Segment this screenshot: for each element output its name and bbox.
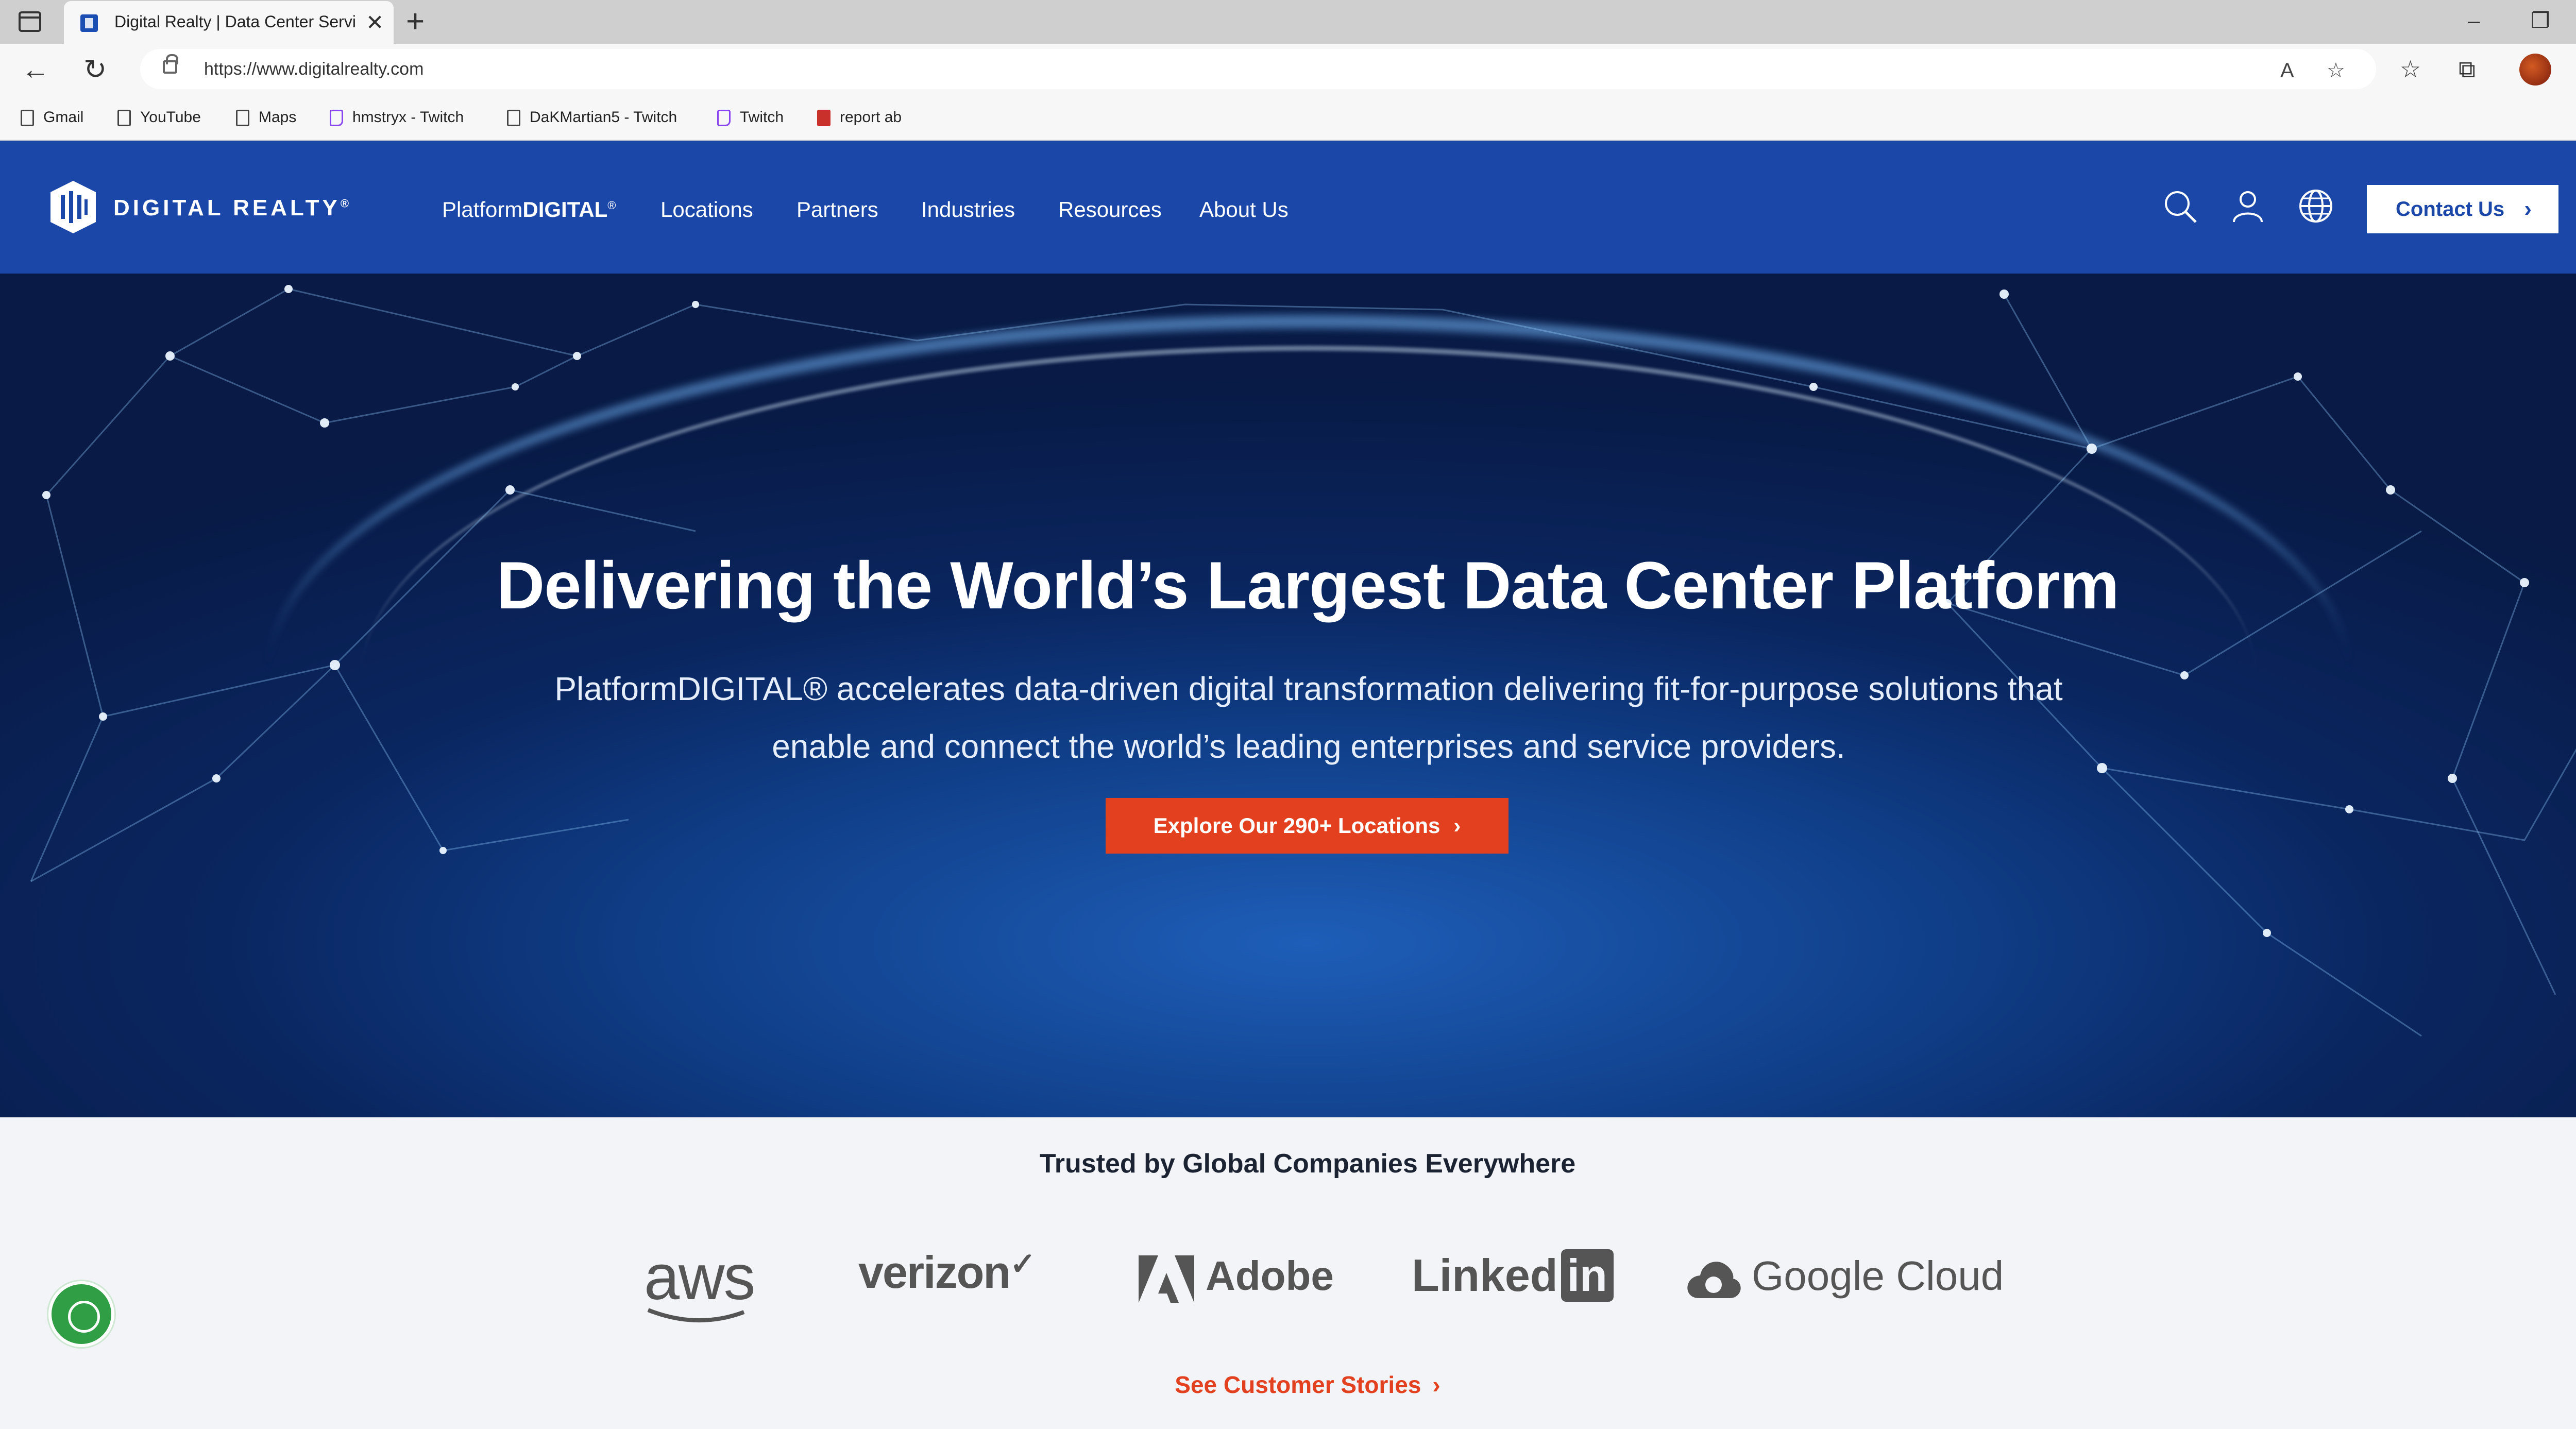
adobe-icon: [1139, 1255, 1194, 1303]
lock-icon[interactable]: [163, 54, 178, 74]
browser-tab-active[interactable]: Digital Realty | Data Center Servi ✕: [64, 1, 394, 44]
close-tab-icon[interactable]: ✕: [366, 9, 384, 36]
site-favicon-icon: [80, 14, 98, 32]
hero-banner: Delivering the World’s Largest Data Cent…: [0, 274, 2576, 1117]
digital-realty-logo-icon[interactable]: [48, 180, 98, 234]
tab-actions-icon[interactable]: [19, 11, 41, 32]
see-customer-stories-link[interactable]: See Customer Stories ›: [0, 1371, 2576, 1399]
refresh-icon[interactable]: ↻: [83, 53, 107, 86]
explore-locations-button[interactable]: Explore Our 290+ Locations ›: [1106, 798, 1509, 854]
restore-icon[interactable]: ❐: [2531, 4, 2550, 37]
page-icon: [21, 110, 34, 127]
address-bar[interactable]: https://www.digitalrealty.com A ☆: [140, 49, 2376, 89]
cookie-settings-icon[interactable]: [48, 1281, 114, 1347]
google-cloud-logo: Google Cloud: [1685, 1252, 2004, 1301]
back-icon[interactable]: ←: [22, 53, 49, 86]
browser-tab-bar: Digital Realty | Data Center Servi ✕ + –…: [0, 0, 2576, 44]
user-account-icon[interactable]: [2230, 188, 2266, 224]
nav-locations[interactable]: Locations: [660, 197, 753, 222]
chevron-right-icon: ›: [1432, 1371, 1440, 1398]
aws-logo: aws: [644, 1241, 756, 1322]
nav-partners[interactable]: Partners: [796, 197, 878, 222]
pdf-icon: [817, 110, 831, 127]
bookmark-gmail[interactable]: Gmail: [21, 106, 83, 129]
nav-about-us[interactable]: About Us: [1199, 197, 1289, 222]
url-text[interactable]: https://www.digitalrealty.com: [204, 59, 423, 79]
bookmark-twitch[interactable]: Twitch: [717, 106, 784, 129]
chevron-right-icon: ›: [2524, 196, 2532, 222]
page-icon: [236, 110, 249, 127]
bookmark-hmstryx-twitch[interactable]: hmstryx - Twitch: [330, 106, 464, 129]
page-icon: [507, 110, 520, 127]
aws-smile-icon: [647, 1308, 745, 1322]
profile-avatar[interactable]: [2519, 54, 2551, 86]
nav-resources[interactable]: Resources: [1058, 197, 1162, 222]
google-cloud-icon: [1687, 1262, 1741, 1298]
site-header: DIGITAL REALTY® PlatformDIGITAL® Locatio…: [0, 141, 2576, 274]
verizon-logo: verizon✓: [858, 1247, 1036, 1298]
trusted-title: Trusted by Global Companies Everywhere: [1039, 1149, 1576, 1179]
minimize-icon[interactable]: –: [2468, 4, 2480, 37]
search-icon[interactable]: [2162, 188, 2198, 224]
twitch-icon: [330, 110, 343, 127]
tab-title: Digital Realty | Data Center Servi: [114, 12, 356, 31]
trusted-by-section: Trusted by Global Companies Everywhere a…: [0, 1117, 2576, 1429]
bookmark-report-ab[interactable]: report ab: [817, 106, 902, 129]
logo-wordmark[interactable]: DIGITAL REALTY®: [113, 195, 352, 221]
nav-industries[interactable]: Industries: [921, 197, 1015, 222]
linkedin-logo: Linked in: [1412, 1249, 1614, 1302]
new-tab-icon[interactable]: +: [406, 5, 425, 38]
hero-title: Delivering the World’s Largest Data Cent…: [496, 548, 2119, 623]
favorites-icon[interactable]: ☆: [2400, 54, 2421, 84]
page-icon: [117, 110, 131, 127]
browser-toolbar: ← ↻ https://www.digitalrealty.com A ☆: [0, 44, 2576, 95]
add-favorite-icon[interactable]: ☆: [2327, 59, 2345, 82]
adobe-logo: Adobe: [1139, 1252, 1334, 1303]
chevron-right-icon: ›: [1453, 813, 1461, 838]
collections-icon[interactable]: ⧉: [2459, 54, 2476, 84]
contact-us-button[interactable]: Contact Us ›: [2367, 185, 2558, 233]
nav-platformdigital[interactable]: PlatformDIGITAL®: [442, 197, 616, 222]
bookmark-youtube[interactable]: YouTube: [117, 106, 201, 129]
bookmark-dakmartian5-twitch[interactable]: DaKMartian5 - Twitch: [507, 106, 677, 129]
bookmarks-bar: Gmail YouTube Maps hmstryx - Twitch DaKM…: [0, 95, 2576, 141]
hero-subtitle: PlatformDIGITAL® accelerates data-driven…: [554, 670, 2063, 765]
bookmark-maps[interactable]: Maps: [236, 106, 296, 129]
read-aloud-icon[interactable]: A: [2280, 59, 2294, 82]
twitch-icon: [717, 110, 731, 127]
globe-icon[interactable]: [2298, 188, 2334, 224]
